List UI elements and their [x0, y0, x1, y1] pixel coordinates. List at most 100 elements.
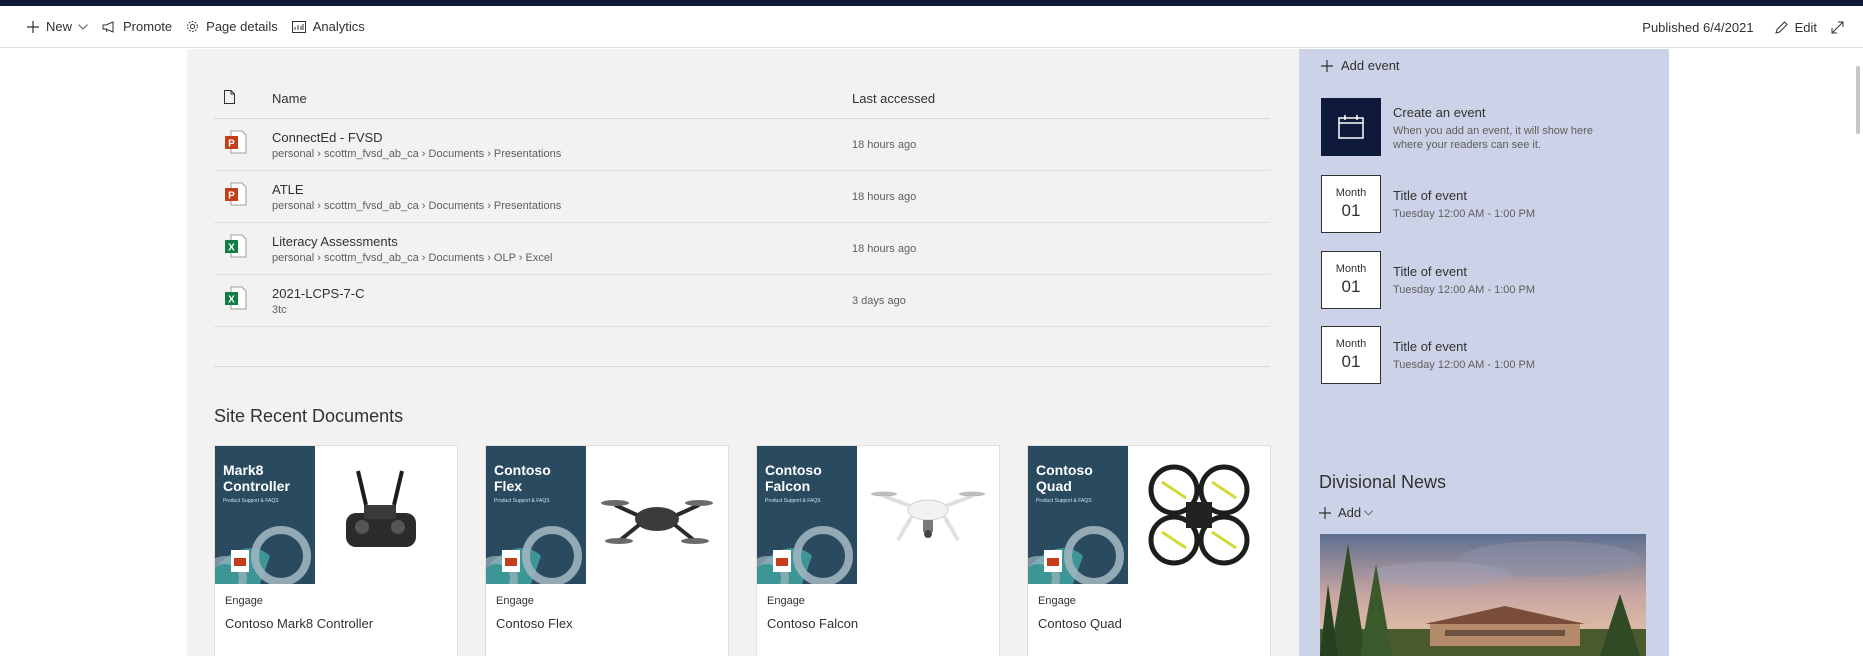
event-time: Tuesday 12:00 AM - 1:00 PM [1393, 359, 1536, 371]
date-tile: Month 01 [1321, 251, 1381, 309]
table-row[interactable]: P ConnectEd - FVSD personal › scottm_fvsd_… [214, 119, 1270, 171]
create-event-item[interactable]: Create an event When you add an event, i… [1321, 98, 1623, 156]
event-day: 01 [1341, 352, 1361, 371]
new-label: New [46, 19, 73, 34]
file-name[interactable]: ATLE [272, 182, 852, 197]
excel-icon: X [225, 286, 247, 310]
section-divider [214, 366, 1270, 367]
add-event-button[interactable]: Add event [1321, 58, 1400, 73]
main-content: Name Last accessed P ConnectEd - FVSD pers… [187, 49, 1299, 656]
gear-icon [187, 21, 199, 32]
page-scrollbar[interactable] [1856, 66, 1860, 134]
file-name-cell: Literacy Assessments personal › scottm_fv… [272, 234, 852, 264]
powerpoint-icon: P [225, 182, 247, 206]
table-header: Name Last accessed [214, 79, 1270, 119]
powerpoint-icon: P [225, 130, 247, 154]
analytics-button[interactable]: Analytics [285, 6, 372, 48]
new-button[interactable]: New [20, 6, 95, 48]
card-thumbnail: Contoso Flex Product Support & FAQS [486, 446, 728, 584]
card-title[interactable]: Contoso Quad [1038, 616, 1270, 631]
plus-icon [1319, 506, 1331, 519]
file-type-cell: X [214, 234, 272, 263]
document-card[interactable]: Contoso Falcon Product Support & FAQS Enga… [756, 445, 1000, 656]
table-row[interactable]: X Literacy Assessments personal › scottm_f… [214, 223, 1270, 275]
event-item[interactable]: Month 01 Title of event Tuesday 12:00 AM - … [1321, 251, 1623, 309]
event-month: Month [1335, 338, 1367, 350]
document-card[interactable]: Contoso Quad Product Support & FAQS Engage… [1027, 445, 1271, 656]
event-month: Month [1335, 187, 1367, 199]
date-tile: Month 01 [1321, 175, 1381, 233]
file-path: personal › scottm_fvsd_ab_ca › Documents… [272, 251, 553, 264]
thumbnail-subtitle: Product Support & FAQS [494, 498, 550, 504]
table-row[interactable]: X 2021-LCPS-7-C 3tc 3 days ago [214, 275, 1270, 327]
file-name[interactable]: 2021-LCPS-7-C [272, 286, 852, 301]
calendar-icon [1338, 115, 1364, 139]
file-path: personal › scottm_fvsd_ab_ca › Documents… [272, 199, 562, 212]
plus-icon [1321, 59, 1333, 72]
thumbnail-subtitle: Product Support & FAQS [1036, 498, 1092, 504]
file-path: 3tc [272, 303, 287, 316]
card-thumbnail: Contoso Quad Product Support & FAQS [1028, 446, 1270, 584]
site-recent-documents-title: Site Recent Documents [214, 406, 404, 426]
svg-text:P: P [228, 139, 235, 150]
chart-icon [291, 20, 306, 33]
thumbnail-cover: Contoso Flex Product Support & FAQS [486, 446, 586, 584]
product-image [857, 446, 999, 584]
thumbnail-subtitle: Product Support & FAQS [765, 498, 821, 504]
card-thumbnail: Contoso Falcon Product Support & FAQS [757, 446, 999, 584]
last-accessed: 18 hours ago [852, 190, 917, 203]
card-title[interactable]: Contoso Mark8 Controller [225, 616, 457, 631]
file-type-cell: P [214, 182, 272, 211]
file-name[interactable]: ConnectEd - FVSD [272, 130, 852, 145]
date-tile: Month 01 [1321, 326, 1381, 384]
last-accessed-column-header[interactable]: Last accessed [852, 91, 935, 106]
add-event-label: Add event [1341, 58, 1400, 73]
news-add-button[interactable]: Add [1319, 505, 1374, 520]
svg-text:X: X [228, 295, 235, 306]
file-name-cell: ATLE personal › scottm_fvsd_ab_ca › Docum… [272, 182, 852, 212]
thumbnail-title: Contoso Flex [494, 462, 551, 494]
pencil-icon [1774, 20, 1788, 34]
create-event-title: Create an event [1393, 105, 1486, 120]
published-status: Published 6/4/2021 [1642, 19, 1754, 35]
edit-label: Edit [1794, 19, 1817, 35]
promote-button[interactable]: Promote [95, 6, 179, 48]
last-accessed: 18 hours ago [852, 242, 917, 255]
news-add-label: Add [1338, 505, 1362, 520]
product-image [315, 446, 457, 584]
document-card[interactable]: Mark8 Controller Product Support & FAQS En… [214, 445, 458, 656]
card-category[interactable]: Engage [1038, 595, 1270, 607]
news-image[interactable] [1320, 534, 1646, 656]
chevron-down-icon [78, 23, 88, 30]
card-category[interactable]: Engage [767, 595, 999, 607]
document-cards: Mark8 Controller Product Support & FAQS En… [214, 445, 1271, 656]
svg-text:P: P [228, 191, 235, 202]
document-card[interactable]: Contoso Flex Product Support & FAQS Engage… [485, 445, 729, 656]
thumbnail-cover: Mark8 Controller Product Support & FAQS [215, 446, 315, 584]
event-title: Title of event [1393, 339, 1467, 354]
file-type-cell: P [214, 130, 272, 159]
file-name-cell: ConnectEd - FVSD personal › scottm_fvsd_a… [272, 130, 852, 160]
chevron-down-icon [1364, 509, 1374, 515]
excel-icon: X [225, 234, 247, 258]
file-type-cell: X [214, 286, 272, 315]
event-item[interactable]: Month 01 Title of event Tuesday 12:00 AM - … [1321, 326, 1623, 384]
card-title[interactable]: Contoso Falcon [767, 616, 999, 631]
event-month: Month [1335, 263, 1367, 275]
event-item[interactable]: Month 01 Title of event Tuesday 12:00 AM - … [1321, 175, 1623, 233]
promote-label: Promote [123, 19, 173, 34]
file-type-header[interactable] [214, 90, 272, 107]
table-row[interactable]: P ATLE personal › scottm_fvsd_ab_ca › Docu… [214, 171, 1270, 223]
expand-button[interactable] [1824, 6, 1858, 48]
card-thumbnail: Mark8 Controller Product Support & FAQS [215, 446, 457, 584]
file-name[interactable]: Literacy Assessments [272, 234, 852, 249]
edit-button[interactable]: Edit [1768, 6, 1824, 48]
event-title: Title of event [1393, 188, 1467, 203]
thumbnail-title: Contoso Falcon [765, 462, 822, 494]
card-category[interactable]: Engage [496, 595, 728, 607]
name-column-header[interactable]: Name [272, 91, 852, 106]
thumbnail-cover: Contoso Falcon Product Support & FAQS [757, 446, 857, 584]
card-title[interactable]: Contoso Flex [496, 616, 728, 631]
card-category[interactable]: Engage [225, 595, 457, 607]
page-details-button[interactable]: Page details [179, 6, 285, 48]
